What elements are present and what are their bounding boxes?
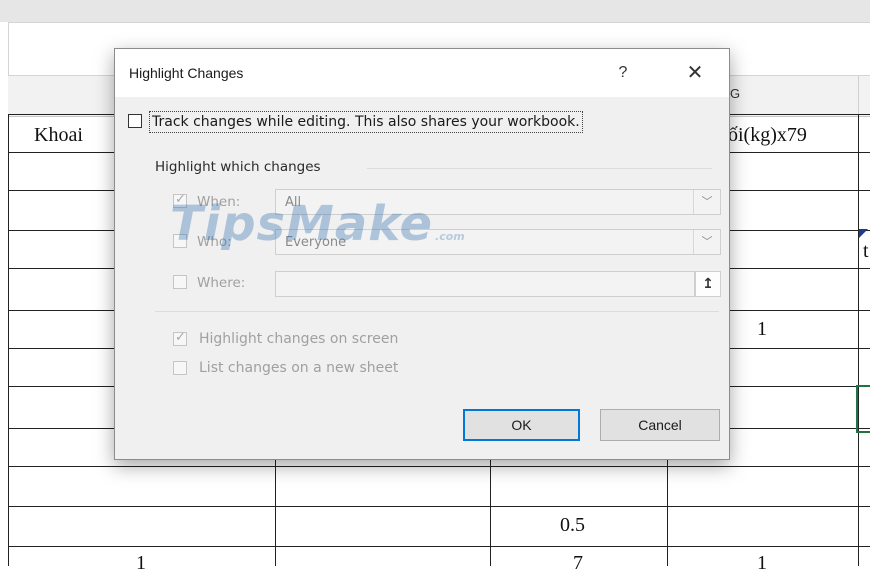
close-icon[interactable]: ✕ xyxy=(679,59,711,87)
highlight-on-screen-label: Highlight changes on screen xyxy=(199,331,399,347)
grid-line xyxy=(490,458,491,566)
grid-line xyxy=(8,114,9,566)
dialog-titlebar[interactable]: Highlight Changes ? ✕ xyxy=(115,49,729,97)
cell-bottom-7[interactable]: 7 xyxy=(573,552,583,575)
grid-line xyxy=(275,458,276,566)
highlight-changes-dialog: Highlight Changes ? ✕ Track changes whil… xyxy=(114,48,730,460)
cancel-button[interactable]: Cancel xyxy=(600,409,720,441)
cell-selection xyxy=(856,385,870,433)
section-divider xyxy=(155,311,719,312)
grid-line xyxy=(858,114,859,566)
watermark-sub: .com xyxy=(435,230,465,243)
where-label: Where: xyxy=(197,275,246,291)
list-on-new-sheet-label: List changes on a new sheet xyxy=(199,360,399,376)
column-separator xyxy=(858,75,859,115)
column-header-g[interactable]: G xyxy=(730,86,740,101)
group-title: Highlight which changes xyxy=(155,159,321,175)
watermark-logo: TipsMake .com xyxy=(170,196,465,252)
cell-bottom-1-left[interactable]: 1 xyxy=(136,552,146,575)
list-on-new-sheet-checkbox[interactable] xyxy=(173,361,187,375)
watermark-main: TipsMake xyxy=(170,196,434,252)
grid-line xyxy=(8,546,870,547)
where-checkbox[interactable] xyxy=(173,275,187,289)
collapse-dialog-icon[interactable]: ↥ xyxy=(695,271,721,297)
cell-bottom-1-right[interactable]: 1 xyxy=(757,552,767,575)
where-input[interactable] xyxy=(275,271,695,297)
cell-header-partial[interactable]: ối(kg)x79 xyxy=(728,124,807,147)
ok-button[interactable]: OK xyxy=(463,409,580,441)
cell-value-1[interactable]: 1 xyxy=(757,318,767,341)
help-button[interactable]: ? xyxy=(611,59,635,87)
chevron-down-icon[interactable]: ﹀ xyxy=(693,230,720,254)
cell-t-partial[interactable]: t xyxy=(863,240,869,263)
grid-line xyxy=(8,466,870,467)
cell-khoai[interactable]: Khoai xyxy=(34,124,83,147)
track-changes-checkbox[interactable] xyxy=(128,114,142,128)
track-changes-label[interactable]: Track changes while editing. This also s… xyxy=(149,111,583,133)
ribbon-strip xyxy=(0,0,870,22)
chevron-down-icon[interactable]: ﹀ xyxy=(693,190,720,214)
dialog-title: Highlight Changes xyxy=(129,65,244,81)
cell-value-0-5[interactable]: 0.5 xyxy=(560,514,585,537)
cell-comment-marker xyxy=(859,229,868,238)
grid-line xyxy=(8,506,870,507)
check-icon: ✓ xyxy=(175,330,186,345)
highlight-on-screen-checkbox[interactable]: ✓ xyxy=(173,330,187,346)
group-divider xyxy=(367,168,712,169)
